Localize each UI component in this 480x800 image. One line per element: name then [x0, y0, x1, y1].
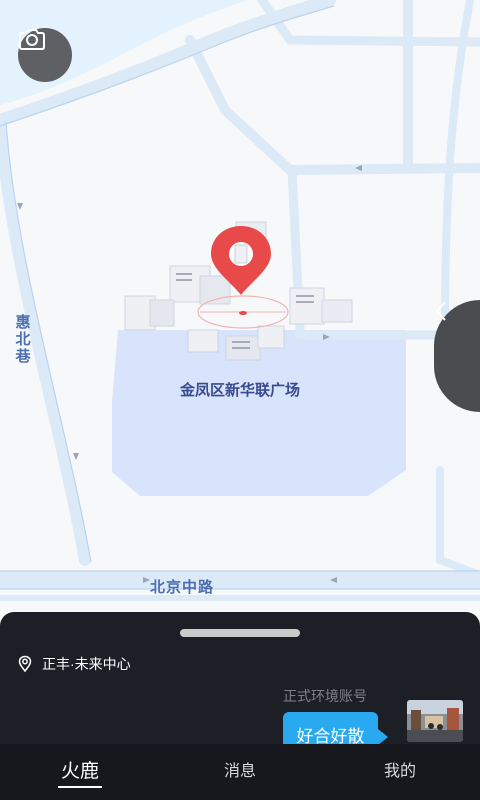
chevron-left-icon	[435, 301, 446, 321]
map-canvas	[0, 0, 480, 601]
tab-messages[interactable]: 消息	[160, 744, 320, 800]
camera-button[interactable]	[18, 28, 72, 82]
avatar-photo	[407, 700, 463, 742]
tab-me[interactable]: 我的	[320, 744, 480, 800]
map-view[interactable]: 金凤区新华联广场 惠北巷 北京中路	[0, 0, 480, 620]
road-label-beijing-middle: 北京中路	[150, 579, 215, 596]
bottom-tab-bar: 火鹿 消息 我的	[0, 744, 480, 800]
camera-icon	[19, 29, 45, 50]
tab-home[interactable]: 火鹿	[0, 744, 160, 800]
road-diagonal	[185, 35, 295, 175]
road-south-east	[436, 466, 480, 579]
tab-home-label: 火鹿	[60, 761, 99, 782]
location-text: 正丰·未来中心	[42, 656, 131, 672]
current-location[interactable]: 正丰·未来中心	[18, 654, 131, 674]
sheet-drag-handle[interactable]	[180, 629, 300, 637]
message-bubble-tail	[378, 729, 388, 745]
avatar[interactable]	[407, 700, 463, 742]
tab-me-label: 我的	[383, 763, 416, 780]
place-label: 金凤区新华联广场	[179, 382, 300, 399]
account-name: 正式环境账号	[283, 688, 367, 704]
target-marker	[197, 295, 289, 329]
location-pin-icon	[18, 655, 32, 673]
tab-active-indicator	[58, 786, 102, 788]
road-label-huibei: 惠北巷	[15, 314, 31, 365]
tab-messages-label: 消息	[223, 763, 256, 780]
